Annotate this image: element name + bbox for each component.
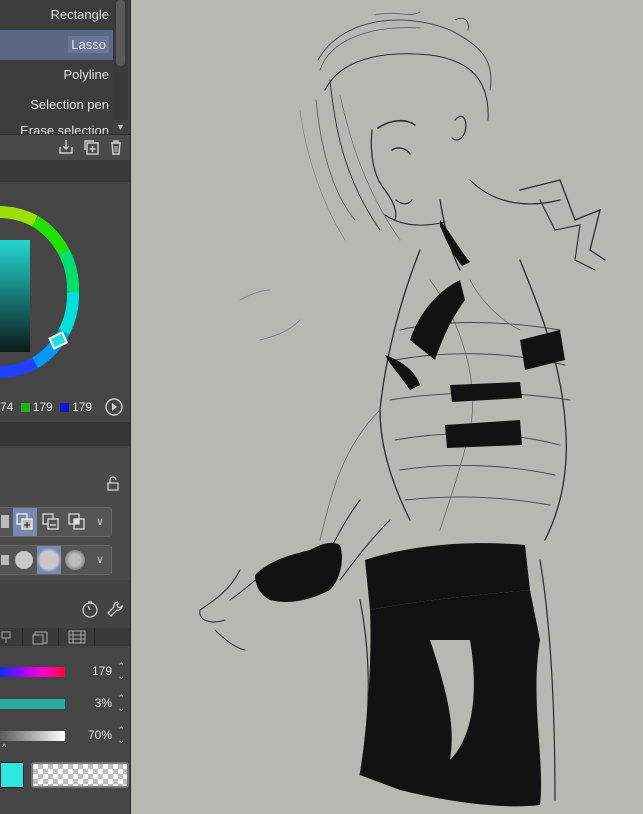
hue-slider-row: 179 ⌃ ⌄ — [0, 658, 130, 686]
antialias-medium-icon[interactable] — [37, 546, 61, 574]
green-value: 179 — [32, 400, 53, 414]
brightness-slider-row: ^ 70% ⌃ ⌄ — [0, 722, 130, 752]
left-panel: Rectangle Lasso Polyline Selection pen E… — [0, 0, 131, 814]
saturation-slider[interactable] — [0, 699, 65, 709]
brightness-slider[interactable] — [0, 731, 65, 741]
intersect-selection-icon[interactable] — [65, 508, 89, 536]
main-color-swatch[interactable] — [0, 762, 24, 788]
selection-mode-group: ∨ — [0, 507, 112, 537]
tool-settings-footer — [0, 580, 130, 628]
tool-polyline[interactable]: Polyline — [0, 60, 113, 90]
hue-spinner[interactable]: ⌃ ⌄ — [117, 661, 125, 681]
tool-selection-pen[interactable]: Selection pen — [0, 90, 113, 120]
chevron-down-icon[interactable]: ∨ — [91, 546, 109, 574]
tool-erase-selection[interactable]: Erase selection — [0, 120, 113, 134]
red-value: 74 — [0, 400, 14, 414]
color-wheel-panel — [0, 182, 130, 422]
transparent-color-swatch[interactable] — [31, 762, 129, 788]
subtool-toolbar — [0, 134, 130, 161]
color-wheel[interactable] — [0, 182, 130, 402]
tool-list-scrollbar[interactable]: ▼ — [113, 0, 128, 134]
tab-layer-property[interactable] — [24, 628, 59, 646]
drawing-canvas[interactable] — [131, 0, 643, 814]
tool-rectangle[interactable]: Rectangle — [0, 0, 113, 30]
import-icon[interactable] — [56, 138, 76, 158]
tab-animation[interactable] — [60, 628, 95, 646]
chevron-down-icon[interactable]: ▼ — [113, 120, 128, 134]
lock-icon[interactable] — [103, 476, 123, 496]
subtool-list: Rectangle Lasso Polyline Selection pen E… — [0, 0, 113, 134]
saturation-spinner[interactable]: ⌃ ⌄ — [117, 693, 125, 713]
scrollbar-thumb[interactable] — [116, 0, 125, 66]
saturation-value: 3% — [94, 696, 112, 710]
chevron-down-icon[interactable]: ∨ — [91, 508, 109, 536]
subtract-selection-icon[interactable] — [39, 508, 63, 536]
sketch-drawing — [199, 11, 606, 807]
brightness-spinner[interactable]: ⌃ ⌄ — [117, 725, 125, 745]
blue-value: 179 — [72, 400, 93, 414]
antialias-weak-icon[interactable] — [15, 551, 33, 569]
selection-mode-row: ∨ — [0, 504, 130, 540]
duplicate-icon[interactable] — [81, 138, 101, 158]
blue-swatch — [60, 403, 70, 413]
tool-property-header — [0, 448, 130, 504]
add-selection-icon[interactable] — [13, 508, 37, 536]
tab-layer[interactable] — [0, 628, 23, 646]
tool-lasso-label: Lasso — [68, 36, 109, 53]
panel-divider — [0, 422, 130, 446]
panel-tabs — [0, 628, 130, 646]
new-selection-icon[interactable] — [1, 515, 9, 528]
brightness-marker: ^ — [2, 742, 7, 752]
green-swatch — [20, 403, 30, 413]
saturation-slider-row: 3% ⌃ ⌄ — [0, 690, 130, 718]
wrench-icon[interactable] — [105, 600, 125, 620]
trash-icon[interactable] — [106, 138, 126, 158]
antialias-none-icon[interactable] — [1, 555, 9, 565]
timer-icon[interactable] — [80, 600, 100, 620]
hue-slider[interactable] — [0, 667, 65, 677]
antialias-strong-icon[interactable] — [65, 550, 85, 570]
tool-lasso[interactable]: Lasso — [0, 30, 113, 60]
rgb-readout: 74 179 179 — [0, 400, 92, 414]
color-slider-panel: 179 ⌃ ⌄ 3% ⌃ ⌄ ^ 70% ⌃ ⌄ — [0, 646, 130, 814]
hue-value: 179 — [91, 664, 112, 678]
antialias-group: ∨ — [0, 545, 112, 575]
color-panel-header — [0, 160, 130, 182]
brightness-value: 70% — [87, 728, 112, 742]
play-icon[interactable] — [104, 397, 124, 417]
antialias-row: ∨ — [0, 540, 130, 580]
